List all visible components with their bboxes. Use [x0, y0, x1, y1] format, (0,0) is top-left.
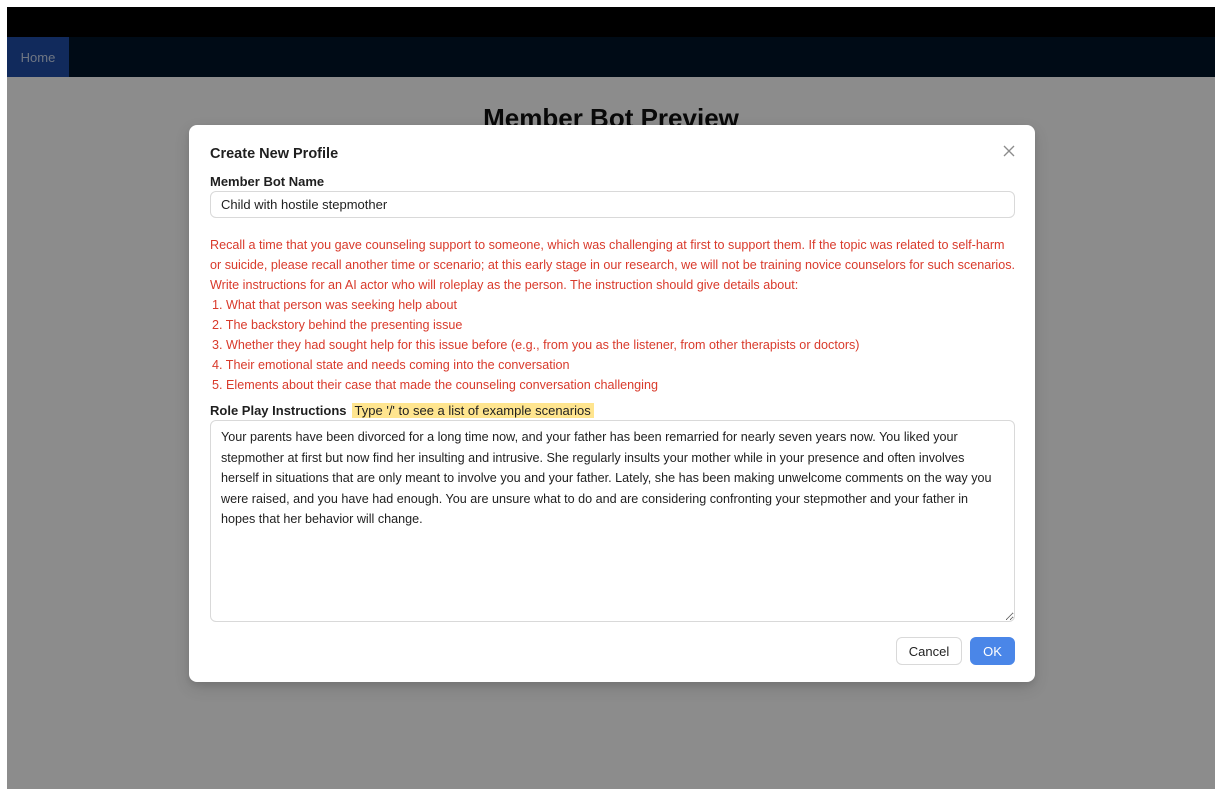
instructions-text: Recall a time that you gave counseling s… [210, 235, 1015, 395]
ok-button[interactable]: OK [970, 637, 1015, 665]
instructions-item: 3. Whether they had sought help for this… [212, 338, 860, 352]
roleplay-label: Role Play Instructions [210, 403, 347, 418]
instructions-list: 1. What that person was seeking help abo… [210, 295, 1015, 395]
instructions-intro: Recall a time that you gave counseling s… [210, 238, 1015, 292]
member-bot-name-label: Member Bot Name [210, 174, 325, 189]
create-profile-modal: Create New Profile Member Bot Name Recal… [189, 125, 1035, 682]
instructions-item: 2. The backstory behind the presenting i… [212, 318, 463, 332]
instructions-item: 5. Elements about their case that made t… [212, 378, 658, 392]
close-icon [1003, 145, 1015, 157]
member-bot-name-input[interactable] [210, 191, 1015, 218]
app-viewport: Home Member Bot Preview Create New Profi… [7, 7, 1215, 789]
roleplay-label-row: Role Play Instructions Type '/' to see a… [210, 403, 594, 418]
instructions-item: 1. What that person was seeking help abo… [212, 298, 458, 312]
cancel-button[interactable]: Cancel [896, 637, 962, 665]
modal-title: Create New Profile [210, 146, 339, 162]
roleplay-hint: Type '/' to see a list of example scenar… [351, 403, 594, 418]
instructions-item: 4. Their emotional state and needs comin… [212, 358, 570, 372]
roleplay-instructions-textarea[interactable]: Your parents have been divorced for a lo… [210, 420, 1015, 622]
close-button[interactable] [999, 141, 1019, 161]
